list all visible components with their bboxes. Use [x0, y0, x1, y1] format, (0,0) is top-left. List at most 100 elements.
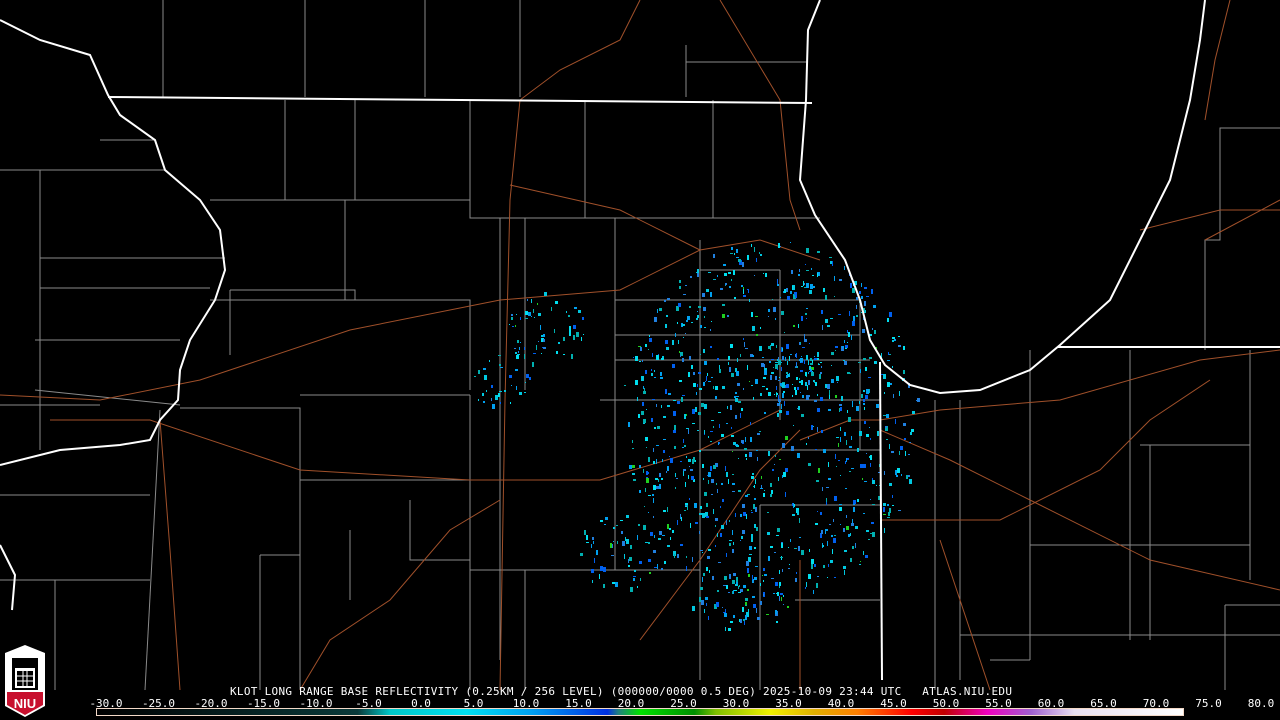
- radar-echo: [761, 363, 764, 367]
- radar-echo: [703, 573, 705, 576]
- radar-echo: [848, 332, 850, 337]
- radar-echo: [755, 566, 758, 567]
- radar-echo: [781, 543, 783, 548]
- radar-echo: [790, 291, 792, 294]
- radar-echo: [491, 398, 492, 401]
- radar-echo: [697, 315, 699, 318]
- radar-echo: [777, 592, 779, 596]
- radar-echo: [573, 335, 575, 340]
- radar-echo: [707, 556, 710, 559]
- radar-echo: [690, 523, 691, 528]
- radar-echo: [725, 466, 726, 471]
- radar-echo: [731, 373, 734, 377]
- radar-echo: [728, 362, 729, 365]
- radar-echo: [890, 383, 892, 385]
- radar-echo: [499, 364, 501, 366]
- radar-echo: [556, 351, 558, 354]
- radar-echo: [887, 360, 890, 361]
- radar-echo: [752, 326, 755, 331]
- radar-echo: [665, 389, 667, 394]
- radar-echo: [883, 503, 886, 506]
- radar-echo: [616, 525, 618, 526]
- radar-echo: [722, 386, 725, 389]
- radar-echo: [796, 572, 797, 574]
- radar-echo: [825, 384, 827, 388]
- radar-echo: [679, 351, 680, 353]
- radar-echo: [762, 386, 765, 387]
- radar-echo: [828, 462, 829, 467]
- radar-echo: [863, 464, 866, 468]
- radar-echo: [825, 529, 826, 534]
- radar-echo: [661, 568, 663, 570]
- radar-echo: [743, 619, 745, 621]
- radar-echo: [775, 362, 778, 363]
- radar-echo: [540, 325, 541, 330]
- radar-echo: [903, 370, 905, 374]
- radar-echo: [517, 354, 520, 355]
- radar-echo: [851, 523, 854, 526]
- radar-echo: [685, 285, 687, 286]
- radar-echo: [792, 384, 793, 385]
- radar-echo: [861, 283, 862, 287]
- radar-echo: [805, 382, 807, 386]
- highway: [1139, 209, 1280, 231]
- radar-echo: [839, 504, 842, 505]
- radar-echo: [512, 326, 514, 327]
- radar-echo: [533, 353, 536, 354]
- radar-echo: [734, 297, 736, 299]
- radar-echo: [723, 264, 726, 266]
- radar-echo: [745, 495, 748, 497]
- radar-echo: [812, 371, 813, 372]
- radar-echo: [571, 354, 573, 359]
- radar-echo: [811, 268, 812, 270]
- radar-echo: [519, 347, 520, 350]
- radar-echo: [796, 353, 797, 358]
- radar-echo: [815, 449, 817, 450]
- radar-echo: [648, 512, 649, 513]
- radar-echo: [895, 470, 897, 475]
- radar-echo: [752, 596, 755, 598]
- radar-echo: [815, 382, 817, 386]
- radar-echo: [533, 309, 534, 313]
- radar-echo: [637, 535, 638, 540]
- radar-echo: [704, 404, 707, 409]
- radar-echo: [740, 589, 743, 592]
- radar-echo: [645, 344, 647, 347]
- radar-echo: [806, 248, 809, 253]
- radar-echo: [889, 312, 892, 317]
- highway: [499, 0, 641, 691]
- radar-echo: [892, 366, 893, 368]
- radar-echo: [516, 314, 517, 315]
- radar-echo: [699, 531, 700, 534]
- radar-echo: [847, 372, 850, 374]
- radar-echo: [625, 537, 626, 541]
- radar-echo: [790, 539, 791, 542]
- radar-echo: [805, 313, 807, 315]
- radar-echo: [658, 479, 659, 482]
- radar-echo: [555, 301, 558, 304]
- radar-echo: [653, 550, 656, 553]
- radar-echo: [697, 384, 698, 387]
- radar-echo: [755, 379, 758, 384]
- radar-echo: [884, 392, 885, 394]
- radar-echo: [754, 498, 756, 500]
- radar-echo: [798, 546, 800, 551]
- radar-echo: [889, 508, 891, 513]
- radar-echo: [799, 378, 800, 380]
- radar-echo: [708, 616, 709, 620]
- radar-echo: [751, 512, 753, 513]
- radar-echo: [712, 576, 714, 580]
- radar-echo: [692, 409, 695, 414]
- radar-echo: [483, 401, 485, 403]
- radar-echo: [801, 356, 802, 357]
- radar-echo: [760, 601, 762, 605]
- radar-echo: [724, 273, 727, 276]
- state-border: [879, 361, 883, 681]
- radar-echo: [682, 447, 684, 448]
- radar-echo: [715, 525, 716, 527]
- radar-echo: [749, 299, 750, 302]
- radar-echo: [713, 279, 715, 280]
- radar-echo: [811, 425, 813, 430]
- radar-echo: [787, 606, 789, 608]
- radar-echo: [674, 425, 676, 430]
